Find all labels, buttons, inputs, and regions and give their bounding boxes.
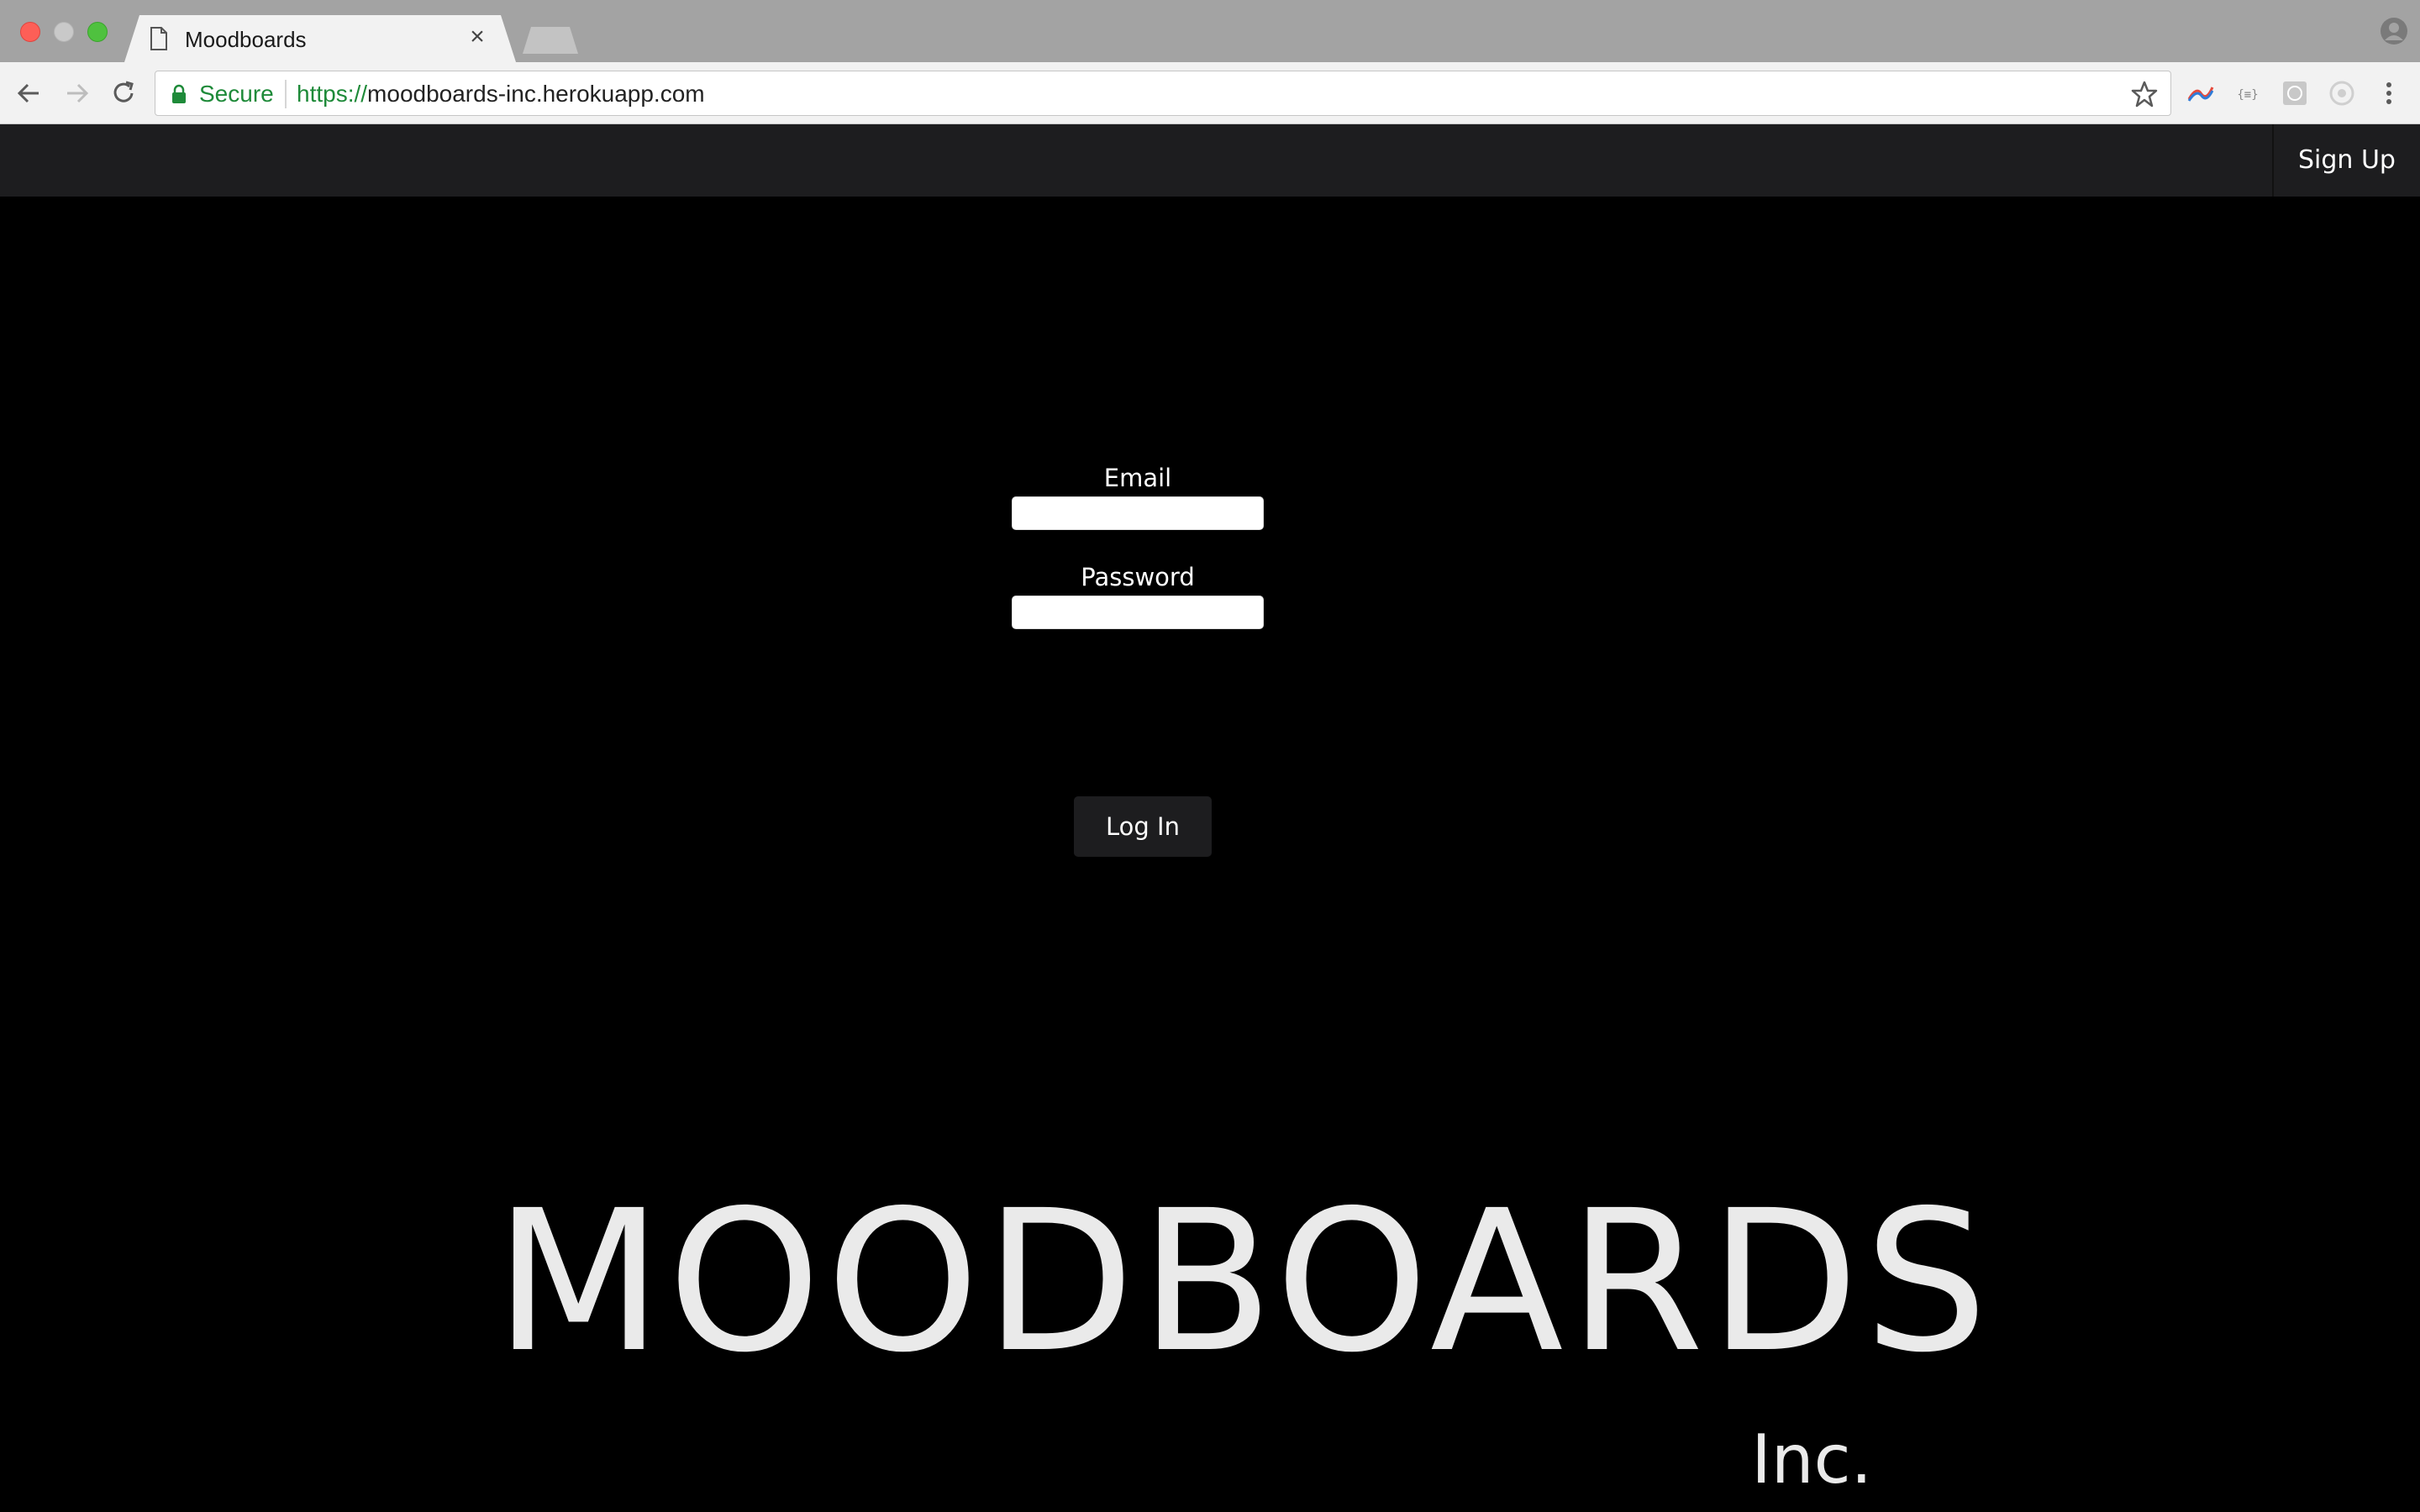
reload-icon[interactable] [108, 77, 139, 109]
tab-title: Moodboards [185, 27, 307, 52]
new-tab-button[interactable] [523, 27, 578, 54]
browser-titlebar: Moodboards × [0, 0, 2420, 62]
brand-title: MOODBOARDS [494, 1168, 1993, 1395]
email-field[interactable] [1012, 496, 1264, 530]
url-text[interactable]: https://moodboards-inc.herokuapp.com [297, 81, 705, 108]
window-close-button[interactable] [20, 22, 40, 42]
brand-subtitle: Inc. [1751, 1420, 1872, 1499]
signup-link[interactable]: Sign Up [2274, 124, 2420, 197]
window-minimize-button[interactable] [54, 22, 74, 42]
password-label: Password [1081, 563, 1195, 591]
page-icon [150, 27, 168, 50]
url-host: moodboards-inc.herokuapp.com [367, 81, 705, 107]
close-icon[interactable]: × [464, 22, 491, 52]
browser-toolbar: Secure https://moodboards-inc.herokuapp.… [0, 62, 2420, 124]
window-zoom-button[interactable] [87, 22, 108, 42]
extension-icon[interactable] [2328, 79, 2356, 108]
url-scheme: https:// [297, 81, 368, 107]
login-button[interactable]: Log In [1074, 796, 1212, 857]
extension-icon[interactable] [2186, 79, 2215, 108]
site-navbar: Sign Up [0, 124, 2420, 197]
password-field[interactable] [1012, 596, 1264, 629]
svg-text:{≡}: {≡} [2237, 88, 2258, 102]
page-content: Sign Up Email Password Log In MOODBOARDS… [0, 124, 2420, 1512]
address-bar[interactable]: Secure https://moodboards-inc.herokuapp.… [155, 71, 2171, 116]
lock-icon [172, 84, 186, 103]
forward-icon[interactable] [60, 77, 92, 109]
browser-tab[interactable]: Moodboards × [124, 15, 516, 62]
profile-icon[interactable] [2380, 17, 2408, 45]
extension-icon[interactable] [2281, 79, 2309, 108]
menu-icon[interactable] [2376, 77, 2402, 109]
extension-icon[interactable]: {≡} [2233, 79, 2262, 108]
secure-label: Secure [199, 81, 274, 107]
omnibox-divider [285, 80, 287, 108]
email-label: Email [1103, 464, 1172, 492]
back-icon[interactable] [13, 77, 45, 109]
star-icon[interactable] [2130, 80, 2159, 108]
